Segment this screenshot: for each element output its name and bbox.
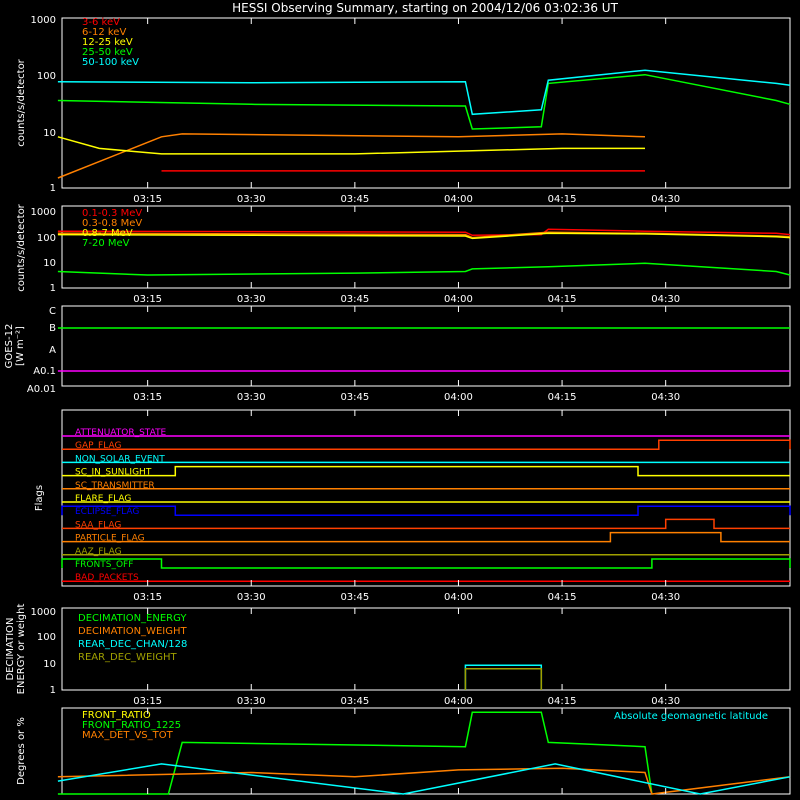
- x-tick-label: 04:15: [548, 696, 577, 707]
- lowE-traces: [57, 69, 791, 179]
- flag-trace: [62, 465, 790, 477]
- x-tick-label: 04:00: [444, 696, 473, 707]
- decim-ytick-10: 10: [43, 659, 56, 670]
- series-line: [57, 69, 791, 116]
- lowE-ytick-100: 100: [37, 71, 56, 82]
- x-tick-label: 04:30: [651, 194, 680, 205]
- decim-ytick-1000: 1000: [31, 607, 56, 618]
- x-tick-label: 03:30: [237, 696, 266, 707]
- lowE-ytick-1: 1: [50, 183, 56, 194]
- lowE-ytick-10: 10: [43, 128, 56, 139]
- highE-traces: [57, 228, 791, 276]
- panel-high-energy: counts/s/detector 1000 100 10 1 0.1-0.3 …: [16, 203, 791, 294]
- x-tick-label: 04:30: [651, 592, 680, 603]
- figure-svg: HESSI Observing Summary, starting on 200…: [4, 1, 791, 795]
- x-tick-label: 03:15: [133, 592, 162, 603]
- goes-ytick-B: B: [49, 323, 56, 334]
- legend-entry: 7-20 MeV: [82, 238, 130, 249]
- highE-ytick-1: 1: [50, 283, 56, 294]
- flag-trace: [62, 439, 791, 450]
- ratio-ylabel: Degrees or %: [16, 717, 27, 785]
- flag-trace: [62, 531, 790, 543]
- goes-ytick-A001: A0.01: [27, 384, 56, 395]
- highE-ytick-100: 100: [37, 233, 56, 244]
- series-line: [57, 262, 791, 276]
- flag-label: ECLIPSE_FLAG: [75, 507, 139, 517]
- highE-ylabel: counts/s/detector: [16, 203, 27, 291]
- x-tick-label: 03:15: [133, 294, 162, 305]
- panel-ratios: Degrees or % FRONT_RATIOFRONT_RATIO_1225…: [16, 707, 791, 795]
- series-line: [464, 667, 543, 690]
- ratio-annotation: Absolute geomagnetic latitude: [614, 711, 768, 722]
- x-tick-label: 04:00: [444, 392, 473, 403]
- chart-title: HESSI Observing Summary, starting on 200…: [232, 1, 618, 15]
- flags-ylabel: Flags: [34, 485, 45, 511]
- x-tick-label: 04:30: [651, 294, 680, 305]
- panel-goes: GOES-12 [W m⁻²] C B A A0.1 A0.01: [4, 305, 791, 395]
- observing-summary-chart: HESSI Observing Summary, starting on 200…: [0, 0, 800, 800]
- legend-entry: DECIMATION_WEIGHT: [78, 626, 187, 637]
- flag-label: FRONTS_OFF: [75, 560, 133, 570]
- goes-ytick-C: C: [49, 306, 56, 317]
- highE-legend: 0.1-0.3 MeV0.3-0.8 MeV0.8-7 MeV7-20 MeV: [82, 208, 142, 249]
- x-tick-label: 03:30: [237, 392, 266, 403]
- panel-low-energy: counts/s/detector 1000 100 10 1 3-6 keV6…: [16, 15, 791, 194]
- decim-traces: [464, 664, 543, 690]
- ratio-legend: FRONT_RATIOFRONT_RATIO_1225MAX_DET_VS_TO…: [82, 710, 181, 741]
- x-tick-label: 04:00: [444, 294, 473, 305]
- x-tick-label: 04:00: [444, 194, 473, 205]
- x-tick-label: 03:45: [340, 194, 369, 205]
- decim-legend: DECIMATION_ENERGY DECIMATION_WEIGHT REAR_D…: [78, 613, 187, 663]
- lowE-ytick-1000: 1000: [31, 15, 56, 26]
- highE-ytick-1000: 1000: [31, 207, 56, 218]
- x-tick-label: 03:45: [340, 592, 369, 603]
- decim-ylabel-1: DECIMATION: [5, 617, 16, 680]
- x-tick-label: 03:45: [340, 392, 369, 403]
- panel-decimation: DECIMATION ENERGY or weight 1000 100 10 …: [5, 604, 791, 696]
- x-tick-label: 04:30: [651, 392, 680, 403]
- legend-entry: MAX_DET_VS_TOT: [82, 730, 174, 741]
- x-tick-label: 03:15: [133, 696, 162, 707]
- goes-ytick-A01: A0.1: [33, 366, 56, 377]
- x-tick-label: 03:15: [133, 194, 162, 205]
- x-tick-label: 03:30: [237, 294, 266, 305]
- flag-trace: [61, 505, 791, 516]
- x-tick-label: 03:45: [340, 294, 369, 305]
- legend-entry: 50-100 keV: [82, 57, 139, 68]
- x-tick-label: 04:15: [548, 194, 577, 205]
- x-tick-label: 04:15: [548, 592, 577, 603]
- flag-trace: [62, 518, 790, 530]
- series-line: [57, 763, 791, 795]
- x-tick-label: 04:30: [651, 696, 680, 707]
- goes-ylabel-2: [W m⁻²]: [15, 326, 26, 366]
- legend-entry: DECIMATION_ENERGY: [78, 613, 187, 624]
- highE-ytick-10: 10: [43, 258, 56, 269]
- decim-ytick-100: 100: [37, 632, 56, 643]
- x-tick-label: 04:15: [548, 294, 577, 305]
- x-tick-label: 03:15: [133, 392, 162, 403]
- x-tick-label: 04:00: [444, 592, 473, 603]
- x-tick-label: 03:30: [237, 592, 266, 603]
- goes-ylabel-1: GOES-12: [4, 324, 15, 369]
- x-tick-label: 03:30: [237, 194, 266, 205]
- decim-ylabel-2: ENERGY or weight: [16, 604, 27, 695]
- series-line: [57, 136, 645, 155]
- goes-traces: [57, 327, 790, 372]
- legend-entry: REAR_DEC_WEIGHT: [78, 652, 177, 663]
- lowE-ylabel: counts/s/detector: [16, 58, 27, 146]
- flag-trace: [61, 558, 791, 569]
- panel-flags: Flags ATTENUATOR_STATEGAP_FLAGNON_SOLAR_…: [34, 409, 791, 587]
- x-tick-label: 03:45: [340, 696, 369, 707]
- lowE-legend: 3-6 keV6-12 keV12-25 keV25-50 keV50-100 …: [82, 17, 139, 68]
- decim-ytick-1: 1: [50, 685, 56, 696]
- flag-traces: ATTENUATOR_STATEGAP_FLAGNON_SOLAR_EVENTS…: [61, 428, 791, 583]
- legend-entry: REAR_DEC_CHAN/128: [78, 639, 187, 650]
- goes-ytick-A: A: [49, 345, 56, 356]
- x-tick-label: 04:15: [548, 392, 577, 403]
